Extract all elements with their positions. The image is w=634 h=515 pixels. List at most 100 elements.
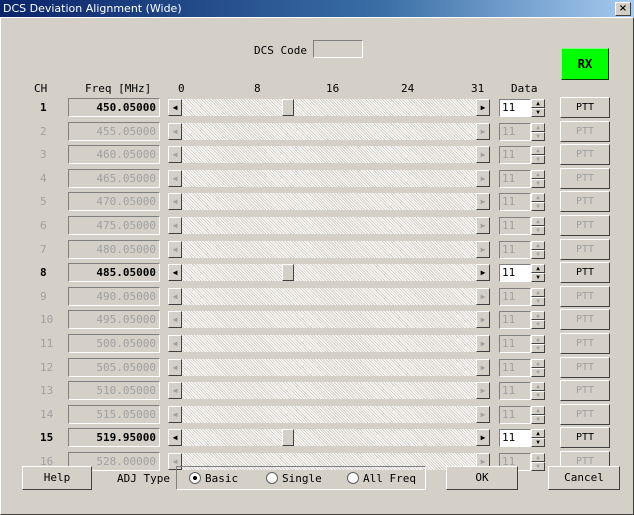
scroll-left-icon[interactable]: ◀ — [168, 99, 182, 116]
slider-thumb[interactable] — [282, 429, 294, 447]
spin-down-icon: ▼ — [531, 202, 545, 212]
data-spinner: ▲ ▼ — [531, 217, 545, 235]
spin-up-icon: ▲ — [531, 287, 545, 297]
spin-down-icon: ▼ — [531, 462, 545, 471]
channel-number: 7 — [40, 242, 47, 256]
deviation-slider: ◀ ▶ — [168, 169, 490, 187]
scroll-left-icon[interactable]: ◀ — [168, 429, 182, 447]
scroll-left-icon: ◀ — [168, 146, 182, 164]
scroll-left-icon: ◀ — [168, 382, 182, 400]
spin-up-icon[interactable]: ▲ — [531, 264, 545, 274]
slider-track — [182, 287, 476, 305]
ptt-button: PTT — [560, 333, 610, 354]
data-spinner[interactable]: ▲ ▼ — [531, 429, 545, 448]
spin-down-icon: ▼ — [531, 155, 545, 165]
channel-row: 1 450.05000 ◀ ▶ 11 ▲ ▼ PTT — [0, 96, 634, 120]
spin-up-icon: ▲ — [531, 382, 545, 392]
ptt-button: PTT — [560, 356, 610, 378]
scale-label-0: 0 — [178, 82, 185, 95]
data-header: Data — [511, 82, 538, 95]
frequency-field: 510.05000 — [68, 381, 160, 401]
radio-single[interactable]: Single — [266, 472, 322, 486]
dcs-code-label: DCS Code — [254, 44, 307, 57]
spin-down-icon[interactable]: ▼ — [531, 438, 545, 448]
dcs-code-field[interactable] — [313, 40, 363, 58]
spin-down-icon: ▼ — [531, 320, 545, 330]
scroll-right-icon[interactable]: ▶ — [476, 429, 490, 447]
spin-down-icon: ▼ — [531, 391, 545, 401]
spin-up-icon: ▲ — [531, 193, 545, 203]
slider-track — [182, 405, 476, 423]
spin-down-icon: ▼ — [531, 226, 545, 235]
radio-basic[interactable]: Basic — [189, 472, 238, 486]
slider-track — [182, 335, 476, 352]
help-button[interactable]: Help — [22, 466, 92, 490]
ch-header: CH — [34, 82, 48, 95]
data-value-field[interactable]: 11 — [499, 429, 531, 448]
deviation-slider: ◀ ▶ — [168, 405, 490, 423]
slider-track[interactable] — [182, 429, 476, 447]
radio-all-freq[interactable]: All Freq — [347, 472, 416, 486]
data-spinner: ▲ ▼ — [531, 169, 545, 188]
channel-number: 4 — [40, 171, 47, 185]
scroll-right-icon[interactable]: ▶ — [476, 99, 490, 116]
deviation-slider[interactable]: ◀ ▶ — [168, 99, 490, 116]
channel-row: 4 465.05000 ◀ ▶ 11 ▲ ▼ PTT — [0, 167, 634, 191]
ptt-button: PTT — [560, 380, 610, 402]
slider-track[interactable] — [182, 264, 476, 282]
scroll-right-icon[interactable]: ▶ — [476, 264, 490, 282]
data-value-field: 11 — [499, 146, 531, 165]
data-value-field: 11 — [499, 382, 531, 401]
scroll-left-icon: ◀ — [168, 193, 182, 211]
deviation-slider[interactable]: ◀ ▶ — [168, 429, 490, 447]
spin-down-icon[interactable]: ▼ — [531, 273, 545, 283]
scroll-right-icon: ▶ — [476, 358, 490, 376]
spin-down-icon: ▼ — [531, 414, 545, 424]
frequency-field: 515.05000 — [68, 404, 160, 424]
spin-up-icon: ▲ — [531, 335, 545, 344]
channel-row: 7 480.05000 ◀ ▶ 11 ▲ ▼ PTT — [0, 238, 634, 262]
spin-up-icon[interactable]: ▲ — [531, 429, 545, 439]
channel-row: 2 455.05000 ◀ ▶ 11 ▲ ▼ PTT — [0, 120, 634, 144]
freq-header: Freq [MHz] — [85, 82, 152, 95]
slider-thumb[interactable] — [282, 99, 294, 116]
channel-number: 8 — [40, 266, 47, 280]
ptt-button: PTT — [560, 215, 610, 236]
data-spinner: ▲ ▼ — [531, 122, 545, 141]
channel-row: 5 470.05000 ◀ ▶ 11 ▲ ▼ PTT — [0, 190, 634, 214]
ptt-button: PTT — [560, 120, 610, 142]
slider-track[interactable] — [182, 99, 476, 116]
data-value-field: 11 — [499, 287, 531, 306]
spin-down-icon: ▼ — [531, 344, 545, 353]
spin-up-icon: ▲ — [531, 146, 545, 156]
data-value-field[interactable]: 11 — [499, 264, 531, 283]
ok-button[interactable]: OK — [446, 466, 518, 490]
channel-row: 12 505.05000 ◀ ▶ 11 ▲ ▼ PTT — [0, 356, 634, 380]
data-spinner[interactable]: ▲ ▼ — [531, 264, 545, 283]
data-spinner: ▲ ▼ — [531, 358, 545, 377]
ptt-button[interactable]: PTT — [560, 97, 610, 118]
deviation-slider[interactable]: ◀ ▶ — [168, 264, 490, 282]
scroll-right-icon: ▶ — [476, 405, 490, 423]
deviation-slider: ◀ ▶ — [168, 358, 490, 376]
slider-track — [182, 193, 476, 211]
frequency-field: 450.05000 — [68, 98, 160, 117]
slider-thumb[interactable] — [282, 264, 294, 282]
ptt-button[interactable]: PTT — [560, 427, 610, 449]
data-value-field[interactable]: 11 — [499, 99, 531, 117]
spin-up-icon[interactable]: ▲ — [531, 99, 545, 108]
close-icon[interactable]: × — [615, 2, 631, 16]
data-spinner[interactable]: ▲ ▼ — [531, 99, 545, 117]
rx-button[interactable]: RX — [561, 48, 609, 80]
spin-down-icon[interactable]: ▼ — [531, 108, 545, 117]
scroll-left-icon[interactable]: ◀ — [168, 264, 182, 282]
channel-number: 11 — [40, 337, 54, 350]
cancel-button[interactable]: Cancel — [548, 466, 620, 490]
spin-up-icon: ▲ — [531, 311, 545, 321]
title-bar: DCS Deviation Alignment (Wide) × — [0, 0, 634, 17]
data-value-field: 11 — [499, 169, 531, 188]
scroll-left-icon: ◀ — [168, 311, 182, 329]
ptt-button[interactable]: PTT — [560, 262, 610, 284]
data-value-field: 11 — [499, 193, 531, 212]
data-value-field: 11 — [499, 311, 531, 330]
